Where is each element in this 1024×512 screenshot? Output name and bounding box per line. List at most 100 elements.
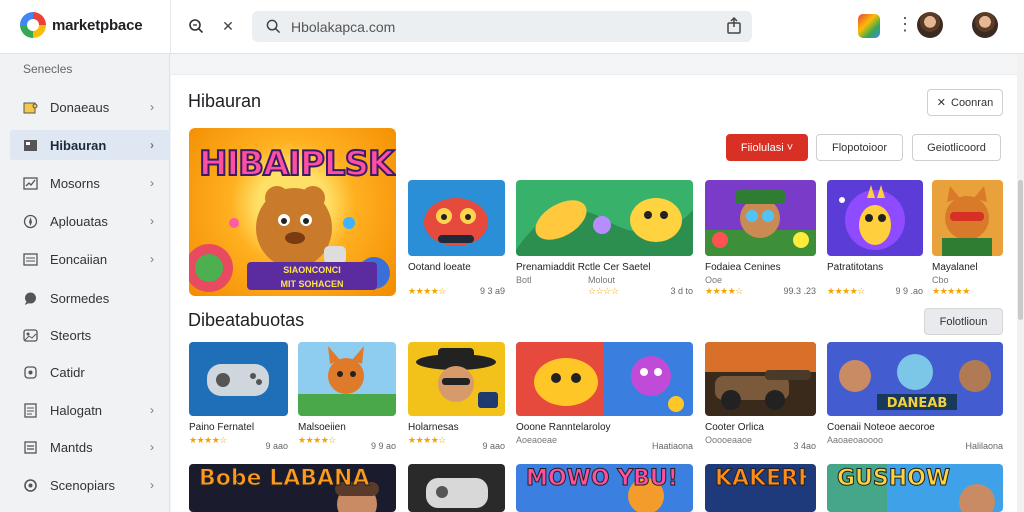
tile-meta: Haatiaona bbox=[651, 441, 693, 451]
sidebar-item-5[interactable]: Eoncaiian › bbox=[10, 244, 170, 274]
store-app-icon[interactable] bbox=[858, 14, 880, 38]
tile-meta: 3 4ao bbox=[793, 441, 816, 451]
app-tile-row3-5[interactable]: GUSHOW bbox=[827, 464, 1003, 512]
topbar-divider bbox=[170, 0, 171, 54]
doc-icon bbox=[23, 402, 38, 418]
sidebar-item-7[interactable]: Steorts bbox=[10, 320, 170, 350]
tile-meta: Halilaona bbox=[965, 441, 1003, 451]
featured-banner: SIAONCONCI MIT SOHACEN bbox=[247, 262, 377, 290]
sidebar-item-3[interactable]: Mosorns › bbox=[10, 168, 170, 198]
scrollbar-thumb[interactable] bbox=[1018, 180, 1023, 320]
app-logo-icon bbox=[20, 12, 46, 38]
sidebar-item-6[interactable]: Sormedes bbox=[10, 283, 170, 313]
tile-title[interactable]: Mayalanel bbox=[932, 262, 1011, 273]
tile-rating-stars: ★★★★☆ bbox=[298, 435, 336, 445]
search-bar[interactable] bbox=[252, 11, 752, 42]
section-action-button[interactable]: ✕ Coonran bbox=[927, 89, 1003, 116]
tile-title[interactable]: Coenaii Noteoe aecoroe bbox=[827, 422, 1011, 433]
section-action-label: Coonran bbox=[951, 96, 994, 109]
tile-meta: 9 aao bbox=[482, 441, 505, 451]
chevron-right-icon: › bbox=[150, 478, 154, 492]
chevron-right-icon: › bbox=[150, 403, 154, 417]
sidebar-item-label: Aplouatas bbox=[50, 213, 108, 229]
app-tile-row3-3[interactable]: MOWO YBU! bbox=[516, 464, 693, 512]
tile-title[interactable]: Ooone Ranntelaroloy bbox=[516, 422, 701, 433]
app-tile-5[interactable] bbox=[932, 180, 1003, 256]
tile-art-text: GUSHOW bbox=[837, 466, 951, 491]
filter-button-1[interactable]: Fiiolulasi ˅ bbox=[726, 134, 808, 161]
more-options-icon[interactable]: ⋮ bbox=[896, 14, 914, 35]
sidebar-item-label: Halogatn bbox=[50, 402, 103, 418]
svg-text:DANEAB: DANEAB bbox=[887, 396, 948, 411]
app-tile-1[interactable] bbox=[408, 180, 505, 256]
app-tile-row2-3[interactable] bbox=[408, 342, 505, 416]
tile-title[interactable]: Malsoeiien bbox=[298, 422, 404, 433]
app-tile-row2-1[interactable] bbox=[189, 342, 288, 416]
tile-subtitle: Cbo bbox=[932, 275, 949, 285]
pin-icon: ✕ bbox=[936, 97, 946, 109]
tile-rating-stars: ★★★★☆ bbox=[827, 286, 865, 296]
sidebar-item-4[interactable]: Aplouatas › bbox=[10, 206, 170, 236]
tile-title[interactable]: Ootand loeate bbox=[408, 262, 513, 273]
tile-title[interactable]: Cooter Orlica bbox=[705, 422, 824, 433]
section2-action-button[interactable]: Folotlioun bbox=[924, 308, 1003, 335]
tile-title[interactable]: Paino Fernatel bbox=[189, 422, 296, 433]
app-tile-row3-1[interactable]: Bobe LABANA bbox=[189, 464, 396, 512]
tile-title[interactable]: Patratitotans bbox=[827, 262, 931, 273]
app-tile-row2-4[interactable] bbox=[516, 342, 693, 416]
tile-title[interactable]: Fodaiea Cenines bbox=[705, 262, 824, 273]
sidebar-item-10[interactable]: Mantds › bbox=[10, 432, 170, 462]
chevron-right-icon: › bbox=[150, 214, 154, 228]
top-bar: marketpbace ✕ ⋮ bbox=[0, 0, 1024, 54]
app-tile-2[interactable] bbox=[516, 180, 693, 256]
section-title-dibeatabuotas: Dibeatabuotas bbox=[188, 310, 305, 330]
tag-icon bbox=[23, 365, 38, 380]
close-icon[interactable]: ✕ bbox=[216, 14, 240, 38]
tile-subtitle: Botl bbox=[516, 275, 532, 285]
profile-avatar[interactable] bbox=[972, 12, 998, 38]
search-input[interactable] bbox=[291, 18, 711, 35]
section-title-hibauran: Hibauran bbox=[188, 91, 262, 111]
tile-meta: 9 aao bbox=[265, 441, 288, 451]
sidebar-item-8[interactable]: Catidr bbox=[10, 357, 170, 387]
tile-title[interactable]: Holarnesas bbox=[408, 422, 513, 433]
sidebar-item-label: Hibauran bbox=[50, 137, 107, 153]
image-icon bbox=[23, 328, 38, 343]
app-tile-row3-2[interactable] bbox=[408, 464, 505, 512]
zoom-icon[interactable] bbox=[184, 14, 208, 38]
sidebar-item-11[interactable]: Scenopiars › bbox=[10, 470, 170, 500]
share-icon[interactable] bbox=[726, 17, 742, 35]
featured-banner-line1: SIAONCONCI bbox=[283, 265, 341, 275]
tile-rating-stars: ★★★★☆ bbox=[408, 286, 446, 296]
sidebar-item-label: Catidr bbox=[50, 364, 85, 380]
sidebar-item-label: Eoncaiian bbox=[50, 251, 108, 267]
app-title: marketpbace bbox=[52, 16, 143, 34]
sidebar-item-2[interactable]: Hibauran › bbox=[10, 130, 170, 160]
sidebar-item-9[interactable]: Halogatn › bbox=[10, 395, 170, 425]
filter-button-2[interactable]: Flopotoioor bbox=[816, 134, 903, 161]
featured-game-card[interactable]: HIBAIPLSK SIAONCONCI MIT SOHACEN bbox=[189, 128, 396, 296]
tile-subtitle-2: Molout bbox=[588, 275, 616, 285]
tile-subtitle: Ooe bbox=[705, 275, 723, 285]
tile-art-text: Bobe LABANA bbox=[199, 466, 370, 491]
tile-title[interactable]: Prenamiaddit Rctle Cer Saetel bbox=[516, 262, 701, 273]
tile-meta: 9 9 ao bbox=[370, 441, 396, 451]
compass-icon bbox=[23, 214, 38, 229]
app-tile-row2-2[interactable] bbox=[298, 342, 396, 416]
tile-art-text: KAKERH bbox=[715, 466, 806, 491]
tile-subtitle: Aaoaeoaoooo bbox=[827, 435, 884, 445]
app-tile-3[interactable] bbox=[705, 180, 816, 256]
app-tile-4[interactable] bbox=[827, 180, 923, 256]
tile-subtitle: Aoeaoeae bbox=[516, 435, 558, 445]
filter-button-3[interactable]: Geiotlicoord bbox=[912, 134, 1001, 161]
tile-art-text: MOWO YBU! bbox=[526, 466, 678, 491]
sidebar-item-1[interactable]: Donaeaus › bbox=[10, 92, 170, 122]
chevron-right-icon: › bbox=[150, 100, 154, 114]
app-logo-group[interactable]: marketpbace bbox=[20, 12, 143, 38]
app-tile-row3-4[interactable]: KAKERH bbox=[705, 464, 816, 512]
sidebar-item-label: Scenopiars bbox=[50, 477, 116, 493]
sidebar-item-label: Mosorns bbox=[50, 175, 100, 191]
app-tile-row2-6[interactable]: DANEAB bbox=[827, 342, 1003, 416]
app-tile-row2-5[interactable] bbox=[705, 342, 816, 416]
account-avatar[interactable] bbox=[917, 12, 943, 38]
